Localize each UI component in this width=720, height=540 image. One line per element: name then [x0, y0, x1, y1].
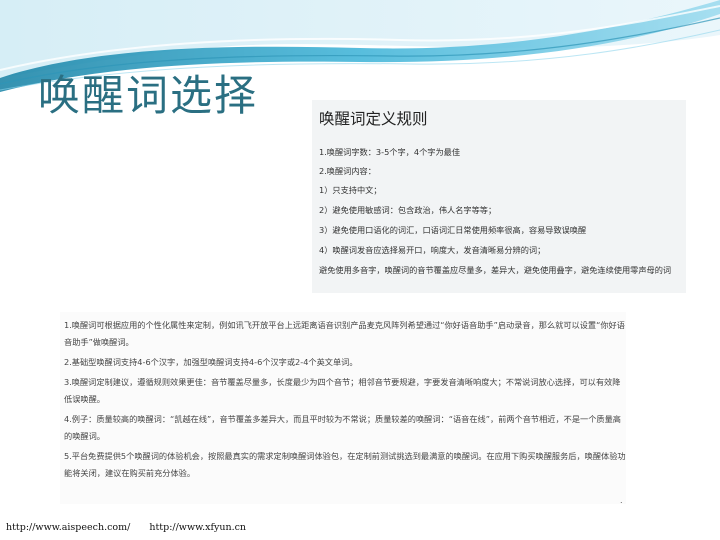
notes-list: 1.唤醒词可根据应用的个性化属性来定制，例如讯飞开放平台上远距离语音识别产品麦克… [64, 317, 626, 485]
rule-item: 1）只支持中文； [319, 185, 382, 195]
note-item: 4.例子：质量较高的唤醒词：“凯越在线”，音节覆盖多差异大，而且平时较为不常说；… [64, 414, 621, 441]
rule-item: 4）唤醒词发音应选择易开口，响度大，发音清晰易分辨的词； [319, 245, 546, 255]
note-item: 1.唤醒词可根据应用的个性化属性来定制，例如讯飞开放平台上远距离语音识别产品麦克… [64, 320, 625, 347]
rules-list: 1.唤醒词字数：3-5个字，4个字为最佳 2.唤醒词内容： 1）只支持中文； 2… [319, 146, 683, 276]
rules-heading: 唤醒词定义规则 [319, 110, 428, 128]
footer-links: http://www.aispeech.com/ http://www.xfyu… [6, 522, 246, 533]
note-item: 5.平台免费提供5个唤醒词的体验机会，按照最真实的需求定制唤醒词体验包，在定制前… [64, 451, 626, 478]
footer-link-aispeech[interactable]: http://www.aispeech.com/ [6, 522, 130, 533]
note-item: 2.基础型唤醒词支持4-6个汉字，加强型唤醒词支持4-6个汉字或2-4个英文单词… [64, 357, 358, 367]
rule-item: 2.唤醒词内容： [319, 166, 376, 176]
wake-word-rules-panel: 唤醒词定义规则 1.唤醒词字数：3-5个字，4个字为最佳 2.唤醒词内容： 1）… [312, 100, 686, 293]
wake-word-notes-panel: 1.唤醒词可根据应用的个性化属性来定制，例如讯飞开放平台上远距离语音识别产品麦克… [60, 312, 626, 504]
footer-link-xfyun[interactable]: http://www.xfyun.cn [149, 522, 246, 533]
rule-item: 1.唤醒词字数：3-5个字，4个字为最佳 [319, 147, 461, 157]
note-item: 3.唤醒词定制建议，遵循规则效果更佳：音节覆盖尽量多，长度最少为四个音节；相邻音… [64, 377, 621, 404]
rule-item: 2）避免使用敏感词：包含政治，伟人名字等等； [319, 205, 497, 215]
rule-item: 3）避免使用口语化的词汇，口语词汇日常使用频率很高，容易导致误唤醒 [319, 225, 587, 235]
rule-item: 避免使用多音字，唤醒词的音节覆盖应尽量多，差异大，避免使用叠字，避免连续使用零声… [319, 265, 672, 275]
decorative-dot: . [620, 496, 623, 505]
page-title: 唤醒词选择 [38, 71, 259, 120]
